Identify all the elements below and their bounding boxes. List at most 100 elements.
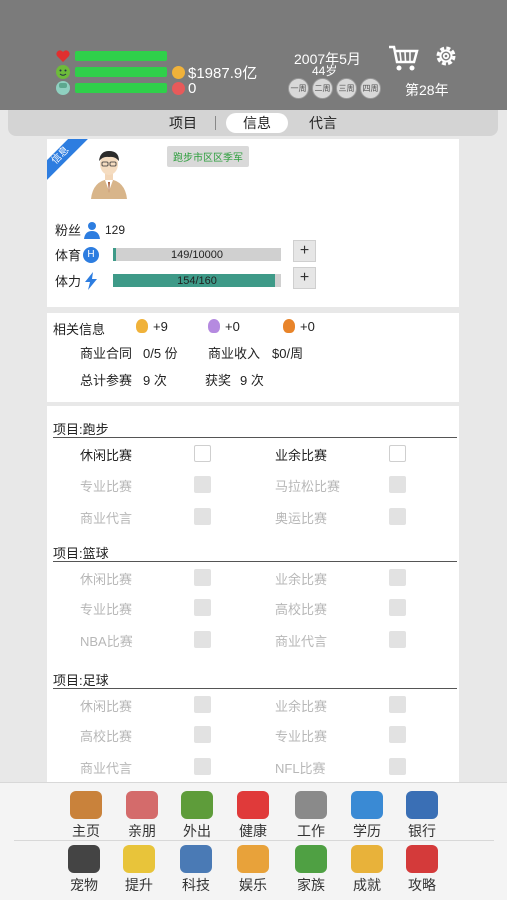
basketball-nba-checkbox[interactable]	[194, 631, 211, 648]
football-college-checkbox[interactable]	[194, 726, 211, 743]
income-label: 商业收入	[208, 346, 261, 361]
running-olympic-checkbox[interactable]	[389, 508, 406, 525]
section-divider	[53, 561, 457, 562]
medical-cross-icon	[237, 791, 269, 819]
nav-family[interactable]: 亲朋	[114, 791, 170, 841]
gold-bulb-value: +9	[153, 319, 168, 334]
running-endorsement-checkbox[interactable]	[194, 508, 211, 525]
football-pro-checkbox[interactable]	[389, 726, 406, 743]
running-endorsement-label: 商业代言	[80, 511, 133, 526]
week-1-button[interactable]: 一周	[288, 78, 309, 99]
running-casual-label: 休闲比赛	[80, 448, 133, 463]
gear-icon[interactable]	[433, 43, 459, 69]
basketball-nba-label: NBA比赛	[80, 634, 133, 649]
basketball-pro-label: 专业比赛	[80, 602, 133, 617]
top-status-bar: $1987.9亿 0 2007年5月 44岁 一周 二周 三周 四周 第28年	[0, 0, 507, 110]
sport-row: 体育 H	[55, 245, 105, 264]
running-marathon-checkbox[interactable]	[389, 476, 406, 493]
week-2-button[interactable]: 二周	[312, 78, 333, 99]
week-4-button[interactable]: 四周	[360, 78, 381, 99]
tab-projects[interactable]: 项目	[158, 113, 208, 133]
mood-stat	[55, 64, 167, 80]
food-icon	[237, 845, 269, 873]
lightning-icon	[85, 271, 97, 290]
football-college-label: 高校比赛	[80, 729, 133, 744]
nav-family-label: 亲朋	[128, 823, 156, 839]
nav-home[interactable]: 主页	[58, 791, 114, 841]
nav-outing[interactable]: 外出	[169, 791, 225, 841]
location-badge: 跑步市区区季军	[167, 146, 249, 167]
football-endorsement-checkbox[interactable]	[194, 758, 211, 775]
events-value: 9 次	[143, 373, 167, 388]
money-value: $1987.9亿	[188, 65, 258, 82]
football-nfl-checkbox[interactable]	[389, 758, 406, 775]
running-amateur-checkbox[interactable]	[389, 445, 406, 462]
week-3-button[interactable]: 三周	[336, 78, 357, 99]
nav-pets-label: 宠物	[70, 877, 98, 893]
nav-tech[interactable]: 科技	[168, 845, 224, 895]
nav-achievements[interactable]: 成就	[339, 845, 395, 895]
nav-work-label: 工作	[297, 823, 325, 839]
nav-clan-label: 家族	[297, 877, 325, 893]
nav-tech-label: 科技	[182, 877, 210, 893]
nav-improve[interactable]: 提升	[111, 845, 167, 895]
year-counter: 第28年	[405, 82, 449, 98]
hearts-display: 0	[172, 80, 196, 97]
lightbulb-icon	[123, 845, 155, 873]
awards-label: 获奖	[205, 373, 232, 388]
bank-icon	[406, 791, 438, 819]
dog-icon	[68, 845, 100, 873]
nav-guide[interactable]: 攻略	[394, 845, 450, 895]
outing-icon	[181, 791, 213, 819]
basketball-pro-checkbox[interactable]	[194, 599, 211, 616]
tab-info[interactable]: 信息	[226, 113, 288, 133]
fans-row: 粉丝 129	[55, 220, 125, 239]
basketball-casual-checkbox[interactable]	[194, 569, 211, 586]
age: 44岁	[312, 64, 338, 78]
looks-stat	[55, 80, 167, 96]
nav-clan[interactable]: 家族	[283, 845, 339, 895]
info-ribbon: 信息	[47, 139, 91, 183]
nav-health-label: 健康	[239, 823, 267, 839]
football-casual-checkbox[interactable]	[194, 696, 211, 713]
sport-label: 体育	[55, 248, 82, 263]
sport-plus-button[interactable]: +	[293, 240, 316, 262]
nav-work[interactable]: 工作	[283, 791, 339, 841]
tab-endorsements[interactable]: 代言	[298, 113, 348, 133]
contract-label: 商业合同	[80, 346, 133, 361]
nav-entertainment-label: 娱乐	[239, 877, 267, 893]
awards-value: 9 次	[240, 373, 264, 388]
basketball-endorsement-checkbox[interactable]	[389, 631, 406, 648]
family-icon	[126, 791, 158, 819]
mood-bar	[75, 67, 167, 77]
events-label: 总计参赛	[80, 373, 133, 388]
nav-education[interactable]: 学历	[339, 791, 395, 841]
basketball-endorsement-label: 商业代言	[275, 634, 328, 649]
stamina-plus-button[interactable]: +	[293, 267, 316, 289]
sport-icon: H	[83, 246, 99, 263]
nav-bank[interactable]: 银行	[394, 791, 450, 841]
hearts-value: 0	[188, 80, 197, 97]
purple-bulb-stat: +0	[208, 319, 240, 334]
books-icon	[351, 791, 383, 819]
shopping-cart-icon[interactable]	[388, 44, 420, 72]
nav-health[interactable]: 健康	[225, 791, 281, 841]
running-pro-checkbox[interactable]	[194, 476, 211, 493]
scientist-icon	[180, 845, 212, 873]
section-title-running: 项目:跑步	[53, 422, 109, 437]
heart-icon	[56, 50, 70, 62]
basketball-college-checkbox[interactable]	[389, 599, 406, 616]
nav-achievements-label: 成就	[353, 877, 381, 893]
running-marathon-label: 马拉松比赛	[275, 479, 341, 494]
football-pro-label: 专业比赛	[275, 729, 328, 744]
sport-progress-text: 149/10000	[171, 248, 223, 261]
nav-entertainment[interactable]: 娱乐	[225, 845, 281, 895]
football-amateur-checkbox[interactable]	[389, 696, 406, 713]
basketball-amateur-checkbox[interactable]	[389, 569, 406, 586]
orange-bulb-value: +0	[300, 319, 315, 334]
running-casual-checkbox[interactable]	[194, 445, 211, 462]
nav-pets[interactable]: 宠物	[56, 845, 112, 895]
basketball-casual-label: 休闲比赛	[80, 572, 133, 587]
stamina-progress-bar: 154/160	[113, 274, 281, 287]
sport-progress-fill	[113, 248, 116, 261]
